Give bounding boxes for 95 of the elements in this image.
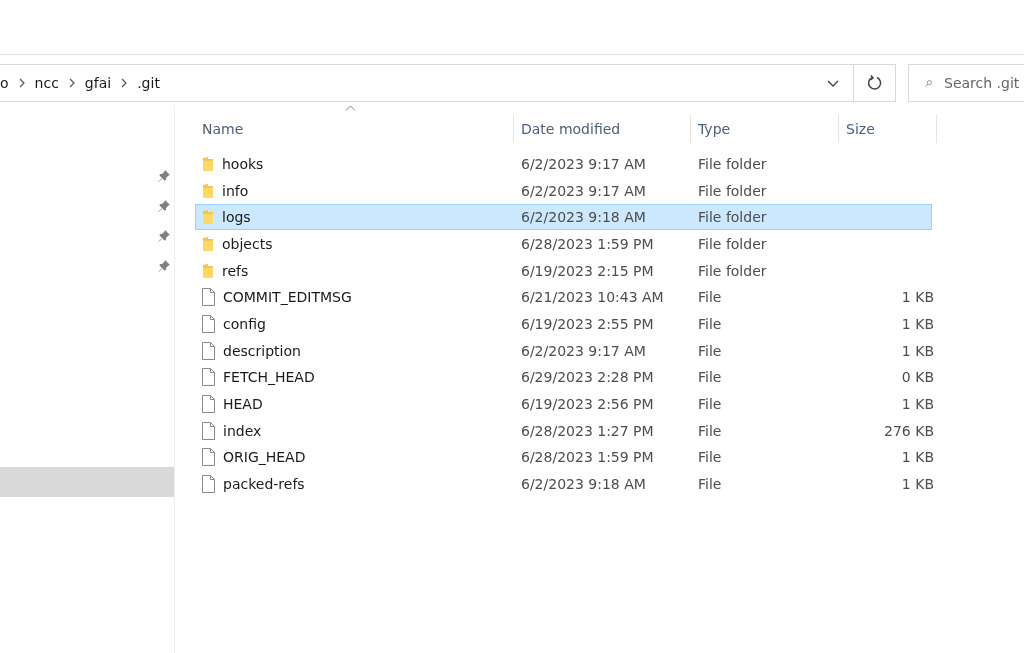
caret-icon — [827, 79, 839, 87]
pin-icon[interactable] — [158, 260, 170, 272]
refresh-button[interactable] — [854, 64, 896, 102]
address-bar[interactable]: o ncc gfai .git — [0, 64, 854, 102]
file-row[interactable]: FETCH_HEAD 6/29/2023 2:28 PM File 0 KB — [195, 364, 932, 391]
folder-icon — [202, 262, 214, 279]
file-name: objects — [222, 235, 273, 252]
file-name: index — [223, 422, 262, 439]
file-row[interactable]: info 6/2/2023 9:17 AM File folder — [195, 177, 932, 204]
file-row[interactable]: COMMIT_EDITMSG 6/21/2023 10:43 AM File 1 KB — [195, 284, 932, 311]
file-icon — [202, 448, 215, 467]
date-modified: 6/2/2023 9:17 AM — [520, 342, 647, 359]
refresh-icon — [866, 75, 883, 91]
file-name: packed-refs — [223, 476, 305, 493]
chevron-icon — [68, 78, 75, 88]
sort-ascending-icon — [345, 105, 356, 111]
file-type: File — [697, 476, 723, 493]
folder-icon — [202, 235, 214, 252]
file-row[interactable]: refs 6/19/2023 2:15 PM File folder — [195, 257, 932, 284]
file-type: File — [697, 396, 723, 413]
pin-icon[interactable] — [158, 170, 170, 182]
file-size: 1 KB — [900, 449, 935, 466]
date-modified: 6/2/2023 9:18 AM — [520, 209, 647, 226]
pin-icon[interactable] — [158, 230, 170, 242]
file-name: logs — [222, 209, 251, 226]
file-icon — [202, 341, 215, 360]
date-modified: 6/29/2023 2:28 PM — [520, 369, 655, 386]
column-header[interactable]: Date modified — [513, 115, 690, 143]
date-modified: 6/19/2023 2:55 PM — [520, 315, 655, 332]
pin-icon[interactable] — [158, 200, 170, 212]
file-size: 1 KB — [900, 396, 935, 413]
file-size: 276 KB — [883, 422, 935, 439]
file-size: 0 KB — [900, 369, 935, 386]
file-name: FETCH_HEAD — [223, 369, 315, 386]
chevron-icon — [121, 78, 128, 88]
date-modified: 6/21/2023 10:43 AM — [520, 289, 665, 306]
date-modified: 6/2/2023 9:17 AM — [520, 155, 647, 172]
file-name: ORIG_HEAD — [223, 449, 306, 466]
folder-icon — [202, 182, 214, 199]
file-name: HEAD — [223, 396, 263, 413]
file-name: refs — [222, 262, 249, 279]
file-type: File — [697, 289, 723, 306]
file-row[interactable]: ORIG_HEAD 6/28/2023 1:59 PM File 1 KB — [195, 444, 932, 471]
file-name: description — [223, 342, 301, 359]
file-type: File folder — [697, 182, 768, 199]
file-row[interactable]: packed-refs 6/2/2023 9:18 AM File 1 KB — [195, 471, 932, 497]
file-type: File folder — [697, 155, 768, 172]
file-size: 1 KB — [900, 342, 935, 359]
folder-icon — [202, 209, 214, 226]
file-size: 1 KB — [900, 315, 935, 332]
file-name: config — [223, 315, 266, 332]
breadcrumb[interactable]: ncc — [34, 75, 59, 91]
file-name: hooks — [222, 155, 264, 172]
date-modified: 6/2/2023 9:17 AM — [520, 182, 647, 199]
column-header[interactable]: Name — [195, 115, 513, 143]
date-modified: 6/19/2023 2:56 PM — [520, 396, 655, 413]
file-type: File — [697, 369, 723, 386]
file-icon — [202, 368, 215, 387]
file-type: File — [697, 315, 723, 332]
file-row[interactable]: index 6/28/2023 1:27 PM File 276 KB — [195, 417, 932, 444]
date-modified: 6/2/2023 9:18 AM — [520, 476, 647, 493]
chevron-icon — [18, 78, 25, 88]
date-modified: 6/28/2023 1:59 PM — [520, 235, 655, 252]
file-icon — [202, 314, 215, 333]
file-type: File folder — [697, 262, 768, 279]
file-icon — [202, 421, 215, 440]
file-icon — [202, 395, 215, 414]
file-icon — [202, 475, 215, 494]
file-row[interactable]: objects 6/28/2023 1:59 PM File folder — [195, 231, 932, 257]
breadcrumb[interactable]: gfai — [84, 75, 112, 91]
file-size: 1 KB — [900, 289, 935, 306]
column-header[interactable]: Size — [838, 115, 937, 143]
breadcrumb[interactable]: .git — [137, 75, 160, 91]
file-type: File — [697, 422, 723, 439]
file-row[interactable]: config 6/19/2023 2:55 PM File 1 KB — [195, 311, 932, 337]
date-modified: 6/28/2023 1:27 PM — [520, 422, 655, 439]
file-row[interactable]: HEAD 6/19/2023 2:56 PM File 1 KB — [195, 391, 932, 417]
date-modified: 6/19/2023 2:15 PM — [520, 262, 655, 279]
file-row[interactable]: description 6/2/2023 9:17 AM File 1 KB — [195, 337, 932, 364]
file-row[interactable]: logs 6/2/2023 9:18 AM File folder — [195, 204, 932, 231]
file-name: COMMIT_EDITMSG — [223, 289, 352, 306]
file-size: 1 KB — [900, 476, 935, 493]
date-modified: 6/28/2023 1:59 PM — [520, 449, 655, 466]
file-type: File — [697, 449, 723, 466]
file-type: File — [697, 342, 723, 359]
folder-icon — [202, 155, 214, 172]
file-icon — [202, 288, 215, 307]
file-row[interactable]: hooks 6/2/2023 9:17 AM File folder — [195, 151, 932, 177]
search-field[interactable]: Search .git — [908, 64, 1024, 102]
selected-nav-item[interactable] — [0, 467, 174, 497]
breadcrumb[interactable]: o — [0, 75, 9, 91]
file-name: info — [222, 182, 249, 199]
file-type: File folder — [697, 235, 768, 252]
file-type: File folder — [697, 209, 768, 226]
column-header[interactable]: Type — [690, 115, 838, 143]
